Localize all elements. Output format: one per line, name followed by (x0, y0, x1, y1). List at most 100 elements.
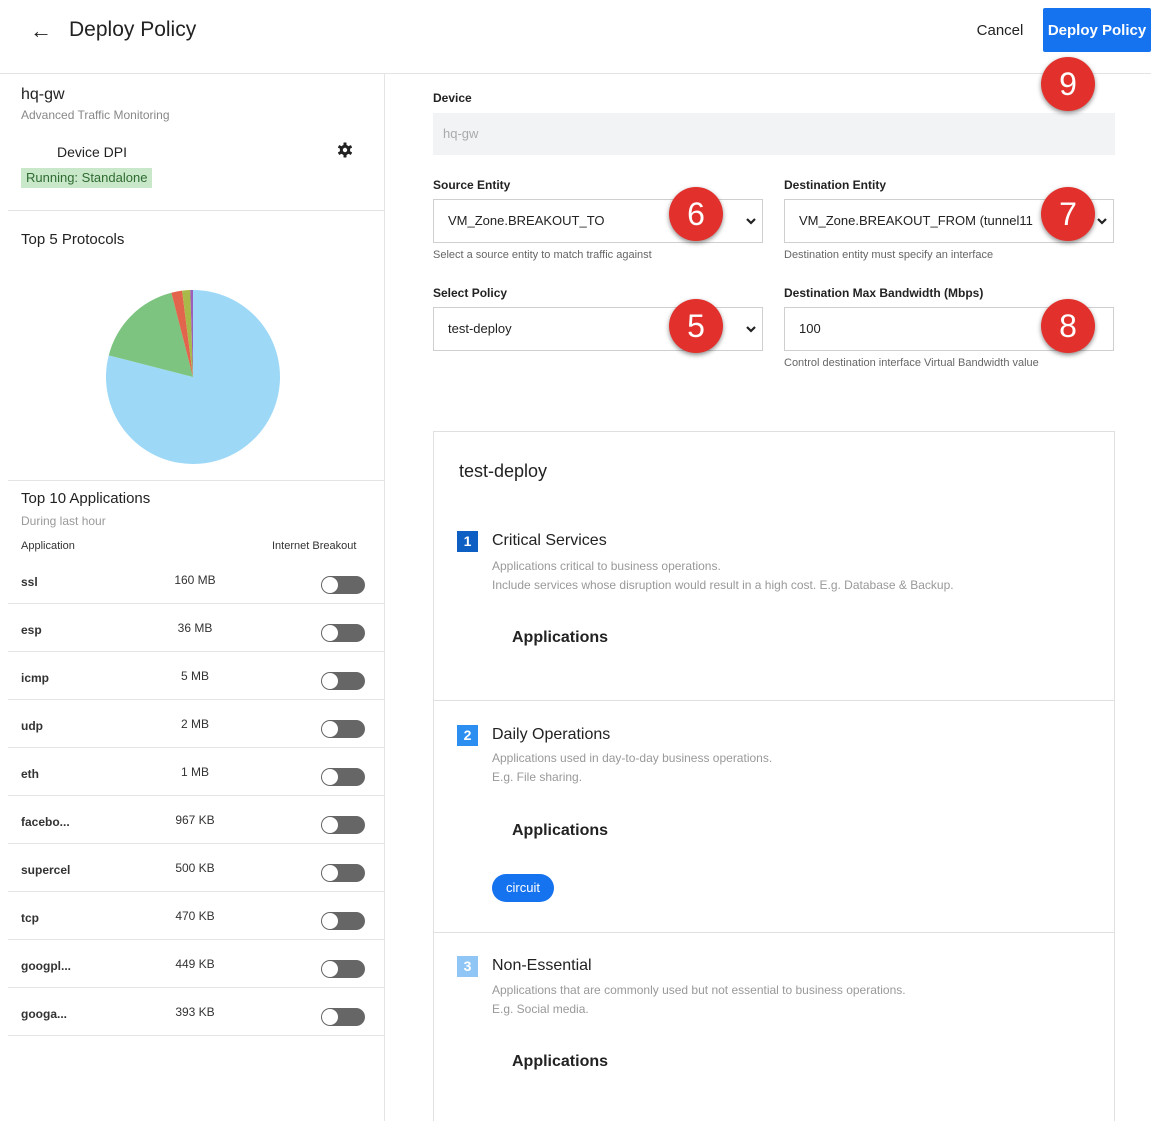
device-label: Device (433, 91, 472, 105)
internet-breakout-toggle[interactable] (321, 576, 365, 594)
bandwidth-label: Destination Max Bandwidth (Mbps) (784, 286, 984, 300)
tier-applications-heading: Applications (512, 822, 609, 839)
destination-entity-value: VM_Zone.BREAKOUT_FROM (tunnel11 (799, 213, 1033, 228)
column-header-internet-breakout: Internet Breakout (272, 540, 357, 552)
protocols-title: Top 5 Protocols (21, 231, 125, 248)
tier-number-badge: 1 (457, 531, 478, 552)
callout-badge-5: 5 (669, 299, 723, 353)
application-name: ssl (21, 575, 38, 589)
internet-breakout-toggle[interactable] (321, 1008, 365, 1026)
chevron-down-icon (1097, 218, 1107, 225)
callout-badge-7: 7 (1041, 187, 1095, 241)
select-policy-value: test-deploy (448, 321, 512, 336)
policy-name: test-deploy (459, 461, 548, 481)
bandwidth-value: 100 (799, 321, 821, 336)
tier-description: Include services whose disruption would … (492, 578, 954, 592)
device-name: hq-gw (21, 86, 65, 103)
page-title: Deploy Policy (69, 18, 197, 41)
applications-subtitle: During last hour (21, 514, 106, 528)
tier-description: E.g. Social media. (492, 1002, 589, 1016)
page-header: ← Deploy Policy Cancel Deploy Policy (0, 0, 1151, 74)
applications-title: Top 10 Applications (21, 490, 151, 507)
internet-breakout-toggle[interactable] (321, 864, 365, 882)
application-name: eth (21, 767, 39, 781)
application-size: 2 MB (180, 717, 209, 731)
application-size: 36 MB (177, 621, 213, 635)
application-chip[interactable]: circuit (492, 874, 554, 902)
tier-applications-heading: Applications (512, 1053, 609, 1070)
tier-description: Applications that are commonly used but … (492, 983, 906, 997)
application-size: 449 KB (175, 957, 215, 971)
table-row: icmp 5 MB (8, 652, 385, 700)
divider (8, 210, 385, 211)
back-arrow-icon[interactable]: ← (30, 20, 52, 42)
policy-preview-card: test-deploy 1 Critical Services Applicat… (433, 431, 1115, 1121)
device-field: hq-gw (433, 113, 1115, 155)
table-row: esp 36 MB (8, 604, 385, 652)
table-row: tcp 470 KB (8, 892, 385, 940)
chevron-down-icon (746, 326, 756, 333)
table-row: udp 2 MB (8, 700, 385, 748)
tier-description: E.g. File sharing. (492, 770, 583, 784)
chevron-down-icon (746, 218, 756, 225)
table-row: eth 1 MB (8, 748, 385, 796)
column-header-application: Application (21, 540, 75, 552)
tier-number-badge: 2 (457, 725, 478, 746)
table-row: ssl 160 MB (8, 556, 385, 604)
tier-description: Applications critical to business operat… (492, 559, 721, 573)
application-name: googa... (21, 1007, 67, 1021)
destination-entity-label: Destination Entity (784, 178, 887, 192)
application-size: 1 MB (180, 765, 209, 779)
application-size: 500 KB (175, 861, 215, 875)
application-size: 160 MB (174, 573, 216, 587)
source-entity-help: Select a source entity to match traffic … (433, 249, 652, 261)
device-subtitle: Advanced Traffic Monitoring (21, 108, 170, 122)
application-name: udp (21, 719, 43, 733)
application-name: tcp (21, 911, 39, 925)
divider (8, 480, 385, 481)
tier-applications-heading: Applications (512, 629, 609, 646)
application-size: 393 KB (175, 1005, 215, 1019)
deploy-policy-button[interactable]: Deploy Policy (1043, 8, 1151, 52)
source-entity-label: Source Entity (433, 178, 511, 192)
internet-breakout-toggle[interactable] (321, 624, 365, 642)
table-row: supercel 500 KB (8, 844, 385, 892)
internet-breakout-toggle[interactable] (321, 768, 365, 786)
internet-breakout-toggle[interactable] (321, 912, 365, 930)
gear-icon[interactable] (337, 142, 353, 158)
callout-badge-8: 8 (1041, 299, 1095, 353)
application-name: supercel (21, 863, 71, 877)
status-badge: Running: Standalone (21, 168, 153, 188)
application-name: esp (21, 623, 42, 637)
application-name: icmp (21, 671, 50, 685)
application-size: 5 MB (180, 669, 209, 683)
bandwidth-help: Control destination interface Virtual Ba… (784, 357, 1039, 369)
device-dpi-label: Device DPI (57, 144, 128, 160)
table-row: googpl... 449 KB (8, 940, 385, 988)
internet-breakout-toggle[interactable] (321, 720, 365, 738)
application-name: facebo... (21, 815, 70, 829)
application-size: 967 KB (175, 813, 215, 827)
internet-breakout-toggle[interactable] (321, 672, 365, 690)
internet-breakout-toggle[interactable] (321, 816, 365, 834)
device-panel: hq-gw Advanced Traffic Monitoring Device… (0, 74, 385, 1121)
table-row: facebo... 967 KB (8, 796, 385, 844)
tier-number-badge: 3 (457, 956, 478, 977)
source-entity-value: VM_Zone.BREAKOUT_TO (448, 213, 605, 228)
tier-title: Non-Essential (492, 957, 592, 974)
divider (434, 932, 1114, 933)
divider (434, 700, 1114, 701)
tier-title: Daily Operations (492, 726, 611, 743)
select-policy-label: Select Policy (433, 286, 508, 300)
protocols-pie-chart (105, 290, 280, 464)
table-row: googa... 393 KB (8, 988, 385, 1036)
application-name: googpl... (21, 959, 71, 973)
application-size: 470 KB (175, 909, 215, 923)
internet-breakout-toggle[interactable] (321, 960, 365, 978)
tier-title: Critical Services (492, 532, 607, 549)
destination-entity-help: Destination entity must specify an inter… (784, 249, 994, 261)
tier-description: Applications used in day-to-day business… (492, 751, 773, 765)
callout-badge-9: 9 (1041, 57, 1095, 111)
cancel-button[interactable]: Cancel (964, 8, 1036, 52)
callout-badge-6: 6 (669, 187, 723, 241)
